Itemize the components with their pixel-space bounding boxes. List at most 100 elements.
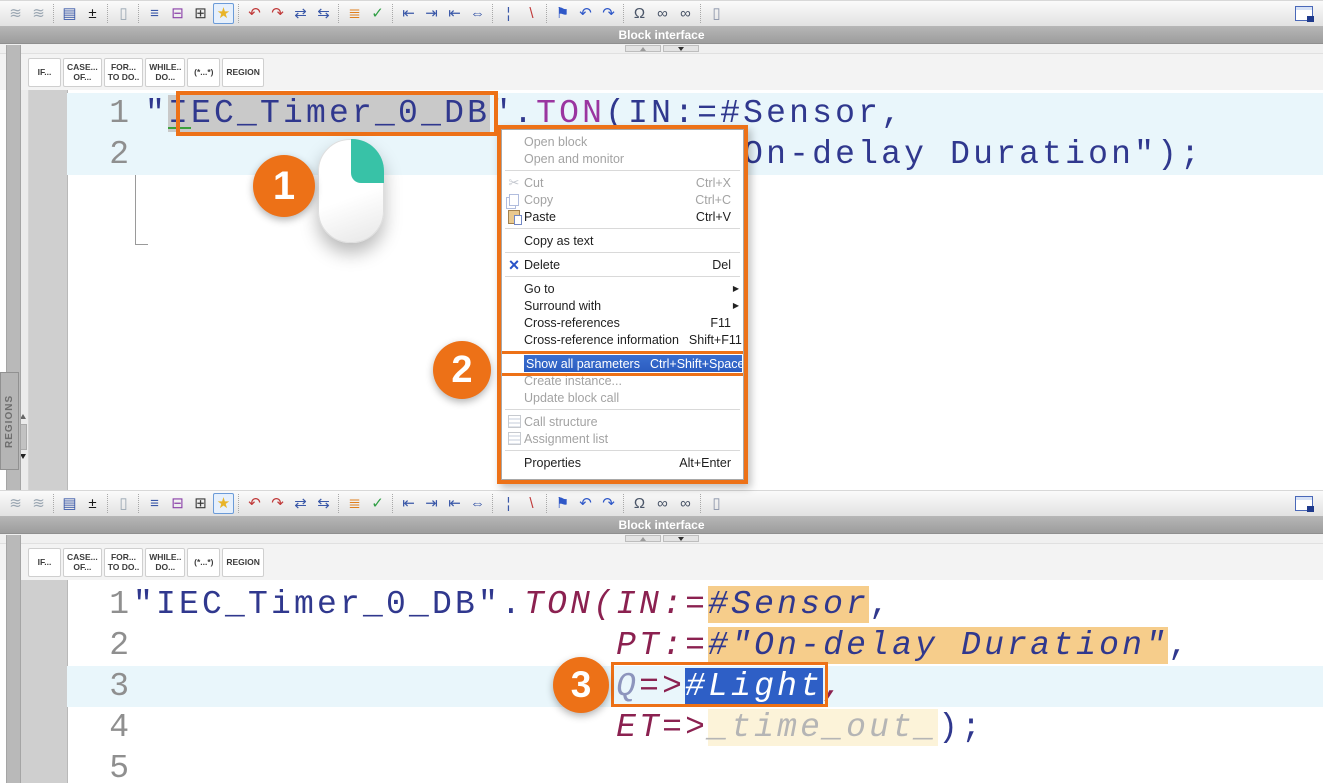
indent-icon[interactable]: ⇥ <box>421 3 442 24</box>
tab-while-do[interactable]: WHILE.. DO... <box>145 58 185 87</box>
editor-window-icon[interactable] <box>1295 496 1313 511</box>
absolute-operands-icon[interactable]: ≡ <box>144 493 165 514</box>
menu-item-open-and-monitor[interactable]: Open and monitor <box>502 150 743 167</box>
consistency-check-icon[interactable]: ✓ <box>367 493 388 514</box>
menu-item-call-structure[interactable]: Call structure <box>502 413 743 430</box>
bookmark-icon[interactable]: ⚑ <box>552 3 573 24</box>
tab-comment[interactable]: (*...*) <box>187 548 220 577</box>
menu-item-cross-references[interactable]: Cross-referencesF11 <box>502 314 743 331</box>
menu-item-delete[interactable]: DeleteDel <box>502 256 743 273</box>
step-out-icon[interactable]: ⇆ <box>313 3 334 24</box>
collapse-interface-button[interactable] <box>663 535 699 542</box>
favorites-icon[interactable]: ★ <box>213 493 234 514</box>
menu-item-copy-as-text[interactable]: Copy as text <box>502 232 743 249</box>
tab-while-do[interactable]: WHILE.. DO... <box>145 548 185 577</box>
redo-error-icon[interactable]: ↷ <box>267 493 288 514</box>
collapse-interface-button[interactable] <box>663 45 699 52</box>
regions-side-tab[interactable]: REGIONS <box>0 372 19 470</box>
auto-format-icon[interactable]: ⇔ <box>467 3 488 24</box>
tab-for-to-do[interactable]: FOR... TO DO.. <box>104 548 144 577</box>
bookmark-icon[interactable]: ⚑ <box>552 493 573 514</box>
outdent-selection-icon[interactable]: ⇤ <box>444 493 465 514</box>
previous-bookmark-icon[interactable]: ↶ <box>575 3 596 24</box>
undo-error-icon[interactable]: ↶ <box>244 493 265 514</box>
retain-memory-icon[interactable]: ▯ <box>706 493 727 514</box>
outdent-selection-icon[interactable]: ⇤ <box>444 3 465 24</box>
retain-memory-icon[interactable]: ▯ <box>706 3 727 24</box>
go-to-usage-icon[interactable]: Ω <box>629 493 650 514</box>
editor-window-icon[interactable] <box>1295 6 1313 21</box>
snapshot-icon[interactable]: ▯ <box>113 493 134 514</box>
line-marks-icon[interactable]: ¦ <box>498 493 519 514</box>
block-call-icon[interactable]: ⊟ <box>167 3 188 24</box>
toolbar-separator <box>623 4 625 23</box>
expand-interface-button[interactable] <box>625 535 661 542</box>
open-all-blocks-icon[interactable]: ▤ <box>59 493 80 514</box>
previous-bookmark-icon[interactable]: ↶ <box>575 493 596 514</box>
snapshot-icon[interactable]: ▯ <box>113 3 134 24</box>
auto-format-icon[interactable]: ⇔ <box>467 493 488 514</box>
menu-item-assignment-list[interactable]: Assignment list <box>502 430 743 447</box>
open-all-blocks-icon[interactable]: ▤ <box>59 3 80 24</box>
menu-item-paste[interactable]: PasteCtrl+V <box>502 208 743 225</box>
next-bookmark-icon[interactable]: ↷ <box>598 493 619 514</box>
tab-for-to-do[interactable]: FOR... TO DO.. <box>104 58 144 87</box>
go-to-usage-icon[interactable]: Ω <box>629 3 650 24</box>
redo-error-icon[interactable]: ↷ <box>267 3 288 24</box>
tab-case-of[interactable]: CASE... OF... <box>63 58 102 87</box>
submenu-arrow-icon: ▶ <box>733 284 739 293</box>
monitor-on-off-icon[interactable]: ∞ <box>652 3 673 24</box>
step-into-icon[interactable]: ⇄ <box>290 3 311 24</box>
sort-lines-1-icon[interactable]: ≋ <box>5 3 26 24</box>
line-number: 2 <box>89 625 129 666</box>
line-marks-icon[interactable]: ¦ <box>498 3 519 24</box>
tab-case-of[interactable]: CASE... OF... <box>63 548 102 577</box>
code-editor-bottom[interactable]: 1"IEC_Timer_0_DB".TON(IN:=#Sensor,2 PT:=… <box>19 580 1323 783</box>
clear-marks-icon[interactable]: \ <box>521 3 542 24</box>
indent-icon[interactable]: ⇥ <box>421 493 442 514</box>
menu-item-properties[interactable]: PropertiesAlt+Enter <box>502 454 743 471</box>
menu-item-cross-reference-information[interactable]: Cross-reference informationShift+F11 <box>502 331 743 348</box>
network-comments-icon[interactable]: ≣ <box>344 493 365 514</box>
sort-lines-2-icon[interactable]: ≋ <box>28 3 49 24</box>
menu-item-show-all-parameters[interactable]: Show all parametersCtrl+Shift+Space <box>502 355 743 372</box>
network-comments-icon[interactable]: ≣ <box>344 3 365 24</box>
clear-marks-icon[interactable]: \ <box>521 493 542 514</box>
absolute-operands-icon[interactable]: ≡ <box>144 3 165 24</box>
menu-item-go-to[interactable]: Go to▶ <box>502 280 743 297</box>
block-call-icon[interactable]: ⊟ <box>167 493 188 514</box>
menu-item-create-instance[interactable]: Create instance... <box>502 372 743 389</box>
menu-item-update-block-call[interactable]: Update block call <box>502 389 743 406</box>
block-interface-bar[interactable]: Block interface <box>0 27 1323 44</box>
menu-item-copy[interactable]: CopyCtrl+C <box>502 191 743 208</box>
menu-item-open-block[interactable]: Open block <box>502 133 743 150</box>
favorites-icon[interactable]: ★ <box>213 3 234 24</box>
monitor-selection-icon[interactable]: ∞ <box>675 3 696 24</box>
consistency-check-icon[interactable]: ✓ <box>367 3 388 24</box>
undo-error-icon[interactable]: ↶ <box>244 3 265 24</box>
tab-if[interactable]: IF... <box>28 58 61 87</box>
next-bookmark-icon[interactable]: ↷ <box>598 3 619 24</box>
tab-region[interactable]: REGION <box>222 58 264 87</box>
monitor-on-off-icon[interactable]: ∞ <box>652 493 673 514</box>
arrow-up-icon <box>640 537 646 541</box>
step-into-icon[interactable]: ⇄ <box>290 493 311 514</box>
menu-item-surround-with[interactable]: Surround with▶ <box>502 297 743 314</box>
arrow-down-icon <box>678 47 684 51</box>
multi-instance-icon[interactable]: ⊞ <box>190 493 211 514</box>
tab-if[interactable]: IF... <box>28 548 61 577</box>
multi-instance-icon[interactable]: ⊞ <box>190 3 211 24</box>
keep-actual-values-icon[interactable]: ± <box>82 3 103 24</box>
block-interface-bar[interactable]: Block interface <box>0 517 1323 534</box>
keep-actual-values-icon[interactable]: ± <box>82 493 103 514</box>
outdent-icon[interactable]: ⇤ <box>398 3 419 24</box>
expand-interface-button[interactable] <box>625 45 661 52</box>
menu-item-cut[interactable]: CutCtrl+X <box>502 174 743 191</box>
step-out-icon[interactable]: ⇆ <box>313 493 334 514</box>
sort-lines-1-icon[interactable]: ≋ <box>5 493 26 514</box>
tab-comment[interactable]: (*...*) <box>187 58 220 87</box>
outdent-icon[interactable]: ⇤ <box>398 493 419 514</box>
tab-region[interactable]: REGION <box>222 548 264 577</box>
monitor-selection-icon[interactable]: ∞ <box>675 493 696 514</box>
sort-lines-2-icon[interactable]: ≋ <box>28 493 49 514</box>
